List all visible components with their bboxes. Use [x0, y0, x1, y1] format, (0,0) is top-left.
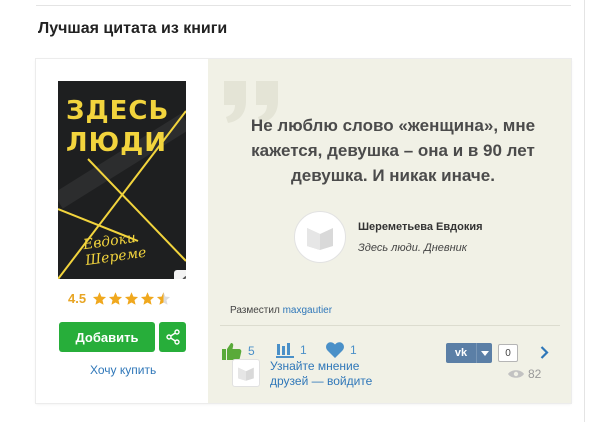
chevron-right-icon[interactable]	[540, 346, 549, 359]
share-icon	[165, 329, 180, 345]
placeholder-avatar-icon	[238, 367, 254, 381]
book-cover[interactable]: ЗДЕСЬ ЛЮДИ Евдоки Шереме i	[58, 81, 186, 279]
add-button[interactable]: Добавить	[59, 322, 155, 352]
section-title: Лучшая цитата из книги	[38, 20, 228, 37]
share-button[interactable]	[159, 322, 186, 352]
vk-dropdown-button[interactable]	[476, 343, 492, 363]
shelf-action[interactable]: 1	[276, 342, 307, 358]
right-divider	[584, 0, 585, 422]
invite-avatar	[232, 359, 260, 387]
cover-title-line-2: ЛЮДИ	[66, 128, 168, 158]
view-count-value: 82	[528, 367, 542, 381]
top-divider	[36, 5, 571, 6]
star-icon	[109, 291, 123, 305]
bookshelf-icon	[276, 343, 294, 358]
quote-book-title[interactable]: Здесь люди. Дневник	[358, 242, 467, 254]
vk-share-count: 0	[498, 344, 518, 362]
eye-icon	[508, 370, 524, 378]
thumbs-up-icon	[222, 343, 242, 360]
author-avatar[interactable]	[294, 211, 346, 263]
rating: 4.5	[68, 289, 172, 307]
info-icon: i	[181, 275, 186, 279]
like-count: 5	[248, 344, 255, 358]
star-icon	[125, 291, 139, 305]
quote-text: Не люблю слово «женщина», мне кажется, д…	[250, 116, 536, 185]
quote-author[interactable]: Шереметьева Евдокия	[358, 221, 483, 233]
info-button[interactable]: i	[174, 270, 186, 279]
cover-title: ЗДЕСЬ ЛЮДИ	[66, 95, 169, 159]
view-count: 82	[508, 367, 541, 381]
heart-action[interactable]: 1	[326, 342, 357, 358]
star-icon	[141, 291, 155, 305]
like-action[interactable]: 5	[222, 342, 255, 360]
quote-card: ЗДЕСЬ ЛЮДИ Евдоки Шереме i 4.5 Добави	[36, 59, 571, 403]
posted-user-link[interactable]: maxgautier	[283, 305, 332, 316]
heart-count: 1	[350, 343, 357, 357]
invite-login-link[interactable]: Узнайте мнение друзей — войдите	[270, 359, 390, 389]
rating-value: 4.5	[68, 290, 87, 306]
chevron-down-icon	[480, 350, 489, 356]
placeholder-avatar-icon	[307, 228, 333, 250]
book-column: ЗДЕСЬ ЛЮДИ Евдоки Шереме i 4.5 Добави	[36, 59, 208, 403]
cover-title-line-1: ЗДЕСЬ	[66, 96, 170, 126]
posted-prefix: Разместил	[230, 305, 280, 316]
panel-divider	[220, 325, 560, 326]
heart-icon	[326, 342, 344, 358]
star-icon	[93, 291, 107, 305]
star-half-icon	[157, 291, 171, 305]
shelf-count: 1	[300, 343, 307, 357]
buy-link[interactable]: Хочу купить	[90, 363, 156, 377]
quote-panel: Не люблю слово «женщина», мне кажется, д…	[208, 59, 571, 403]
posted-by: Разместил maxgautier	[230, 305, 332, 316]
vk-share-button[interactable]: vk	[446, 343, 476, 363]
